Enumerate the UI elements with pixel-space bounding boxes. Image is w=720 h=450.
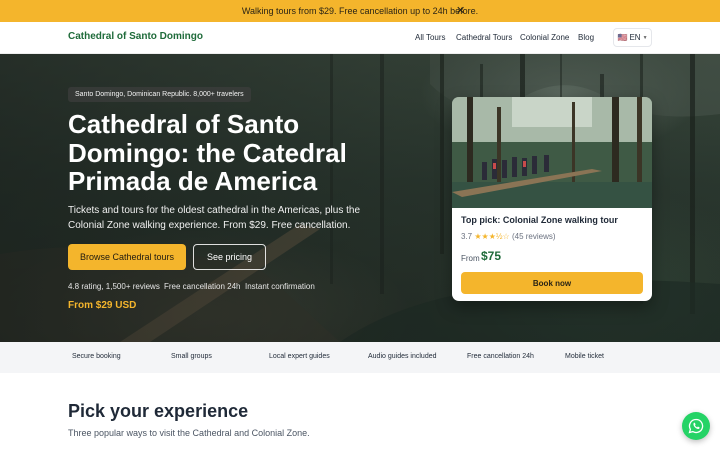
hero-title: Cathedral of Santo Domingo: the Catedral… (68, 109, 347, 196)
browse-tours-button[interactable]: Browse Cathedral tours (68, 244, 186, 270)
promo-text: Walking tours from $29. Free cancellatio… (241, 6, 479, 16)
feature-small-groups: Small groups (171, 353, 212, 360)
section-title: Pick your experience (68, 401, 249, 421)
chevron-down-icon: ▼ (642, 34, 648, 41)
review-count: (45 reviews) (511, 232, 556, 241)
confirmation-stat: Instant confirmation (245, 282, 315, 291)
promo-banner: Walking tours from $29. Free cancellatio… (0, 0, 720, 22)
feature-mobile-ticket: Mobile ticket (565, 353, 604, 360)
hero-subtitle: Tickets and tours for the oldest cathedr… (68, 205, 361, 231)
top-navigation: Cathedral of Santo Domingo All Tours Cat… (0, 22, 720, 54)
flag-icon: 🇺🇸 (617, 33, 628, 42)
nav-link-colonial-zone[interactable]: Colonial Zone (520, 33, 569, 42)
card-price: $75 (481, 249, 502, 263)
location-badge: Santo Domingo, Dominican Republic. 8,000… (68, 87, 251, 102)
feature-local-guides: Local expert guides (269, 353, 330, 360)
close-icon[interactable]: ✕ (456, 4, 465, 18)
rating-stat: 4.8 rating, 1,500+ reviews (68, 282, 160, 291)
whatsapp-icon (688, 418, 704, 434)
nav-link-blog[interactable]: Blog (578, 33, 594, 42)
cancellation-stat: Free cancellation 24h (164, 282, 241, 291)
card-title: Top pick: Colonial Zone walking tour (461, 215, 618, 225)
hero-section: Santo Domingo, Dominican Republic. 8,000… (0, 54, 720, 342)
feature-free-cancellation: Free cancellation 24h (467, 353, 534, 360)
star-rating-icon: ★★★½☆ (474, 232, 510, 241)
language-code: EN (629, 33, 641, 42)
features-bar: Secure booking Small groups Local expert… (0, 342, 720, 373)
section-subtitle: Three popular ways to visit the Cathedra… (68, 428, 310, 438)
see-pricing-button[interactable]: See pricing (193, 244, 266, 270)
language-selector[interactable]: 🇺🇸 EN ▼ (613, 28, 652, 47)
site-logo[interactable]: Cathedral of Santo Domingo (68, 31, 203, 42)
feature-audio-guides: Audio guides included (368, 353, 437, 360)
whatsapp-chat-button[interactable] (682, 412, 710, 440)
feature-secure-booking: Secure booking (72, 353, 121, 360)
price-from-label: From (461, 254, 480, 263)
book-now-button[interactable]: Book now (461, 272, 643, 294)
from-price: From $29 USD (68, 300, 137, 311)
top-pick-card: Top pick: Colonial Zone walking tour 3.7… (452, 97, 652, 301)
tour-photo (452, 97, 652, 208)
nav-link-all-tours[interactable]: All Tours (415, 33, 446, 42)
rating-value: 3.7 (461, 232, 473, 241)
card-rating: 3.7 ★★★½☆ (45 reviews) (461, 232, 556, 241)
nav-link-cathedral-tours[interactable]: Cathedral Tours (456, 33, 512, 42)
